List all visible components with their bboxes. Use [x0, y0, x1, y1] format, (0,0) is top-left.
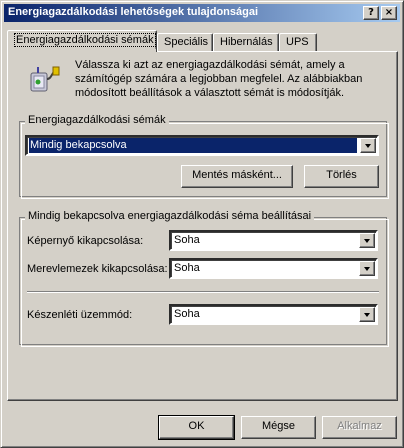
tab-advanced[interactable]: Speciális [157, 33, 213, 52]
disks-select-value: Soha [174, 262, 200, 274]
scheme-select[interactable]: Mindig bekapcsolva [25, 135, 379, 156]
monitor-select-value: Soha [174, 234, 200, 246]
ok-button[interactable]: OK [158, 415, 235, 440]
standby-select[interactable]: Soha [169, 304, 378, 325]
chevron-down-icon[interactable] [359, 261, 375, 276]
chevron-down-icon[interactable] [359, 233, 375, 248]
schemes-group-label: Energiagazdálkodási sémák [25, 114, 169, 126]
power-scheme-icon [30, 66, 60, 92]
help-button[interactable]: ? [363, 6, 379, 20]
chevron-down-icon[interactable] [360, 138, 376, 153]
save-as-button[interactable]: Mentés másként... [181, 165, 293, 188]
divider [27, 291, 379, 293]
delete-button[interactable]: Törlés [304, 165, 379, 188]
monitor-select[interactable]: Soha [169, 230, 378, 251]
tab-ups[interactable]: UPS [279, 33, 317, 52]
chevron-down-icon[interactable] [359, 307, 375, 322]
disks-select[interactable]: Soha [169, 258, 378, 279]
apply-button[interactable]: Alkalmaz [322, 416, 397, 439]
scheme-select-value: Mindig bekapcsolva [29, 138, 357, 153]
settings-group-label: Mindig bekapcsolva energiagazdálkodási s… [25, 210, 315, 222]
standby-label: Készenléti üzemmód: [27, 309, 133, 321]
standby-select-value: Soha [174, 308, 200, 320]
disks-label: Merevlemezek kikapcsolása: [27, 263, 168, 275]
tab-hibernate[interactable]: Hibernálás [213, 33, 279, 52]
monitor-label: Képernyő kikapcsolása: [27, 235, 144, 247]
properties-dialog: Energiagazdálkodási lehetőségek tulajdon… [0, 0, 404, 448]
close-button[interactable]: × [381, 6, 397, 20]
title-bar[interactable]: Energiagazdálkodási lehetőségek tulajdon… [4, 4, 400, 22]
intro-text: Válassza ki azt az energiagazdálkodási s… [75, 59, 363, 99]
window-title: Energiagazdálkodási lehetőségek tulajdon… [8, 6, 259, 18]
cancel-button[interactable]: Mégse [241, 416, 316, 439]
